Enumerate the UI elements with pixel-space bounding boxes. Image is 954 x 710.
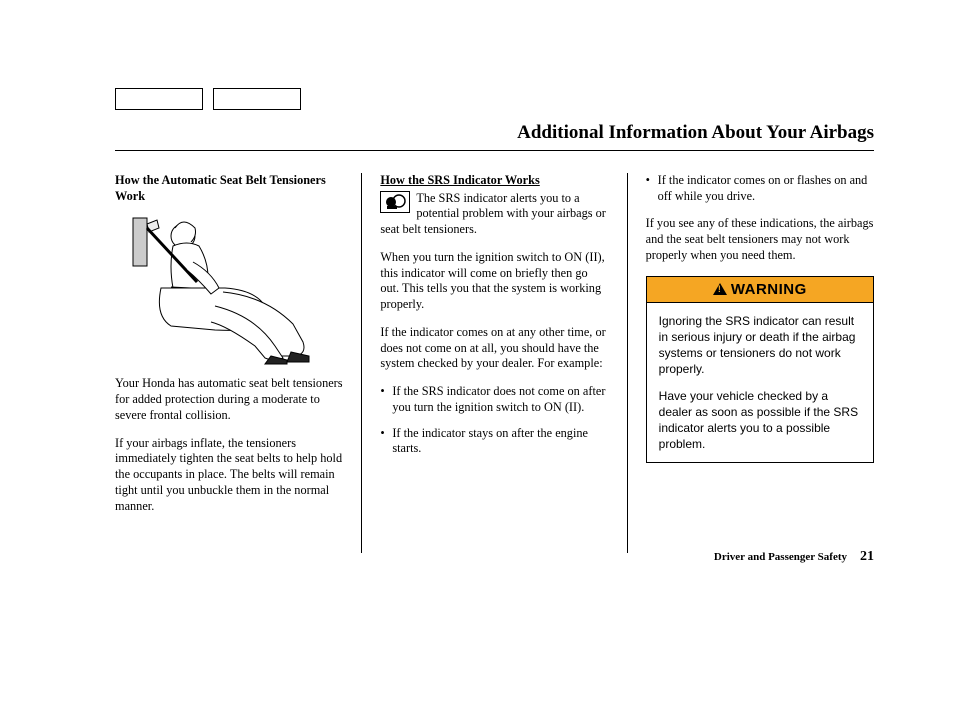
col2-b1: If the SRS indicator does not come on af… — [380, 384, 608, 415]
col3-b1: If the indicator comes on or flashes on … — [646, 173, 874, 204]
warning-body: Ignoring the SRS indicator can result in… — [647, 303, 873, 463]
col2-p3: If the indicator comes on at any other t… — [380, 325, 608, 372]
col1-heading: How the Automatic Seat Belt Tensioners W… — [115, 173, 343, 204]
col2-p1: The SRS indicator alerts you to a potent… — [380, 191, 606, 236]
col1-p2: If your airbags inflate, the tensioners … — [115, 436, 343, 515]
column-2: How the SRS Indicator Works The SRS indi… — [361, 173, 627, 553]
page-title: Additional Information About Your Airbag… — [115, 122, 874, 144]
col2-b2: If the indicator stays on after the engi… — [380, 426, 608, 457]
warning-p1: Ignoring the SRS indicator can result in… — [659, 313, 861, 378]
content-columns: How the Automatic Seat Belt Tensioners W… — [115, 173, 874, 553]
column-1: How the Automatic Seat Belt Tensioners W… — [115, 173, 361, 553]
placeholder-box-2 — [213, 88, 301, 110]
warning-header: WARNING — [647, 277, 873, 303]
warning-p2: Have your vehicle checked by a dealer as… — [659, 388, 861, 453]
placeholder-box-1 — [115, 88, 203, 110]
column-3: If the indicator comes on or flashes on … — [628, 173, 874, 553]
warning-box: WARNING Ignoring the SRS indicator can r… — [646, 276, 874, 464]
footer-page-number: 21 — [860, 549, 874, 564]
manual-page: Additional Information About Your Airbag… — [0, 0, 954, 710]
col2-heading: How the SRS Indicator Works — [380, 173, 608, 189]
title-row: Additional Information About Your Airbag… — [115, 122, 874, 151]
col1-p1: Your Honda has automatic seat belt tensi… — [115, 376, 343, 423]
top-placeholder-boxes — [115, 88, 301, 110]
warning-label: WARNING — [731, 280, 807, 299]
col3-p1: If you see any of these indications, the… — [646, 216, 874, 263]
warning-triangle-icon — [713, 283, 727, 295]
col2-bullets: If the SRS indicator does not come on af… — [380, 384, 608, 457]
col2-p2: When you turn the ignition switch to ON … — [380, 250, 608, 313]
col2-p1-wrap: The SRS indicator alerts you to a potent… — [380, 191, 608, 238]
page-footer: Driver and Passenger Safety 21 — [714, 549, 874, 565]
srs-indicator-icon — [380, 191, 410, 213]
footer-section: Driver and Passenger Safety — [714, 551, 847, 563]
col3-bullets: If the indicator comes on or flashes on … — [646, 173, 874, 204]
seatbelt-illustration — [115, 206, 315, 366]
